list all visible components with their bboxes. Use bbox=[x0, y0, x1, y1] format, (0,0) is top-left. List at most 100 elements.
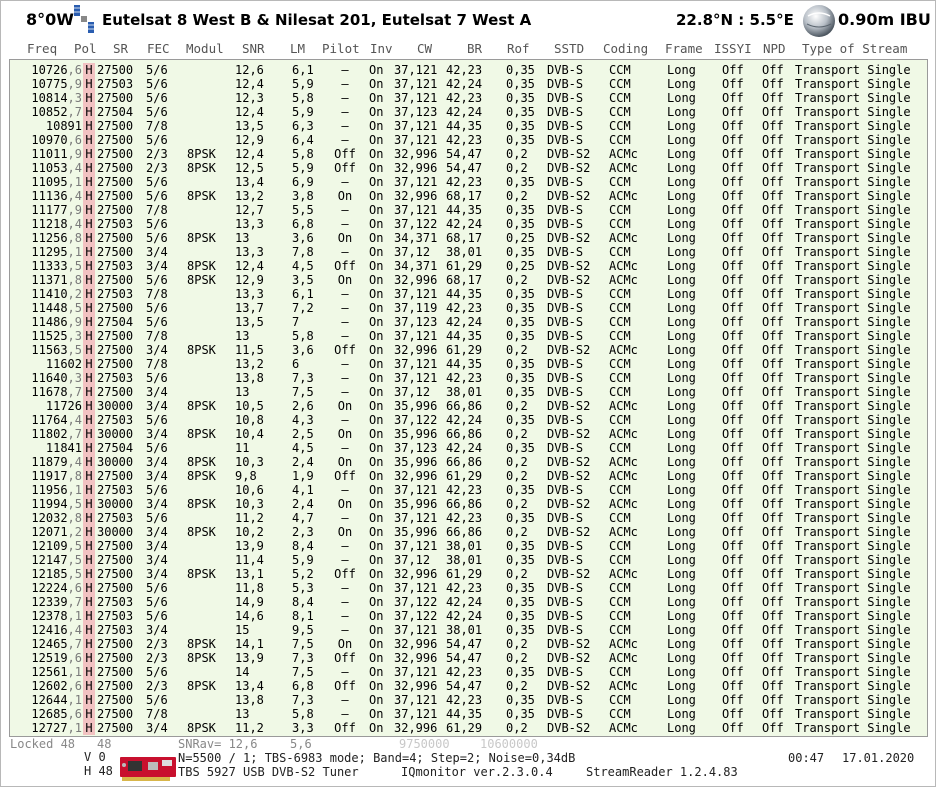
table-row[interactable]: 10775,9 H 27503 5/6 12,4 5,9 – On 37,121 42,24 0,3… bbox=[10, 77, 927, 91]
cell-rof: 0,35 bbox=[506, 511, 535, 525]
cell-freq: 12465,7 bbox=[31, 637, 82, 651]
table-row[interactable]: 11994,5 H 30000 3/4 8PSK 10,3 2,4 On On 35,996 66,… bbox=[10, 497, 927, 511]
table-row[interactable]: 11841 H 27504 5/6 11 4,5 – On 37,123 42,24 0,35 DVB… bbox=[10, 441, 927, 455]
cell-npd: Off bbox=[762, 413, 784, 427]
table-row[interactable]: 12032,8 H 27503 5/6 11,2 4,7 – On 37,121 42,23 0,3… bbox=[10, 511, 927, 525]
cell-type-of-stream: Transport Single bbox=[795, 679, 911, 693]
cell-issyi: Off bbox=[722, 77, 744, 91]
column-header-modul[interactable]: Modul bbox=[186, 41, 224, 56]
table-row[interactable]: 12465,7 H 27500 2/3 8PSK 14,1 7,5 On On 32,996 54,… bbox=[10, 637, 927, 651]
cell-snr: 14 bbox=[235, 665, 250, 679]
column-header-frame[interactable]: Frame bbox=[665, 41, 703, 56]
table-row[interactable]: 11177,9 H 27500 7/8 12,7 5,5 – On 37,121 44,35 0,3… bbox=[10, 203, 927, 217]
cell-br: 42,24 bbox=[446, 441, 483, 455]
table-row[interactable]: 11136,4 H 27500 5/6 8PSK 13,2 3,8 On On 32,996 68,… bbox=[10, 189, 927, 203]
table-row[interactable]: 11678,7 H 27500 3/4 13 7,5 – On 37,12 38,01 0,35 DV… bbox=[10, 385, 927, 399]
table-row[interactable]: 12727,1 H 27500 3/4 8PSK 11,2 3,3 Off On 32,996 61… bbox=[10, 721, 927, 735]
cell-type-of-stream: Transport Single bbox=[795, 511, 911, 525]
cell-pilot: Off bbox=[334, 161, 356, 175]
cell-inv: On bbox=[369, 539, 384, 553]
table-row[interactable]: 12519,6 H 27500 2/3 8PSK 13,9 7,3 Off On 32,996 54… bbox=[10, 651, 927, 665]
table-row[interactable]: 11448,5 H 27500 5/6 13,7 7,2 – On 37,119 42,23 0,3… bbox=[10, 301, 927, 315]
table-row[interactable]: 12147,5 H 27500 3/4 11,4 5,9 – On 37,12 38,01 0,35… bbox=[10, 553, 927, 567]
cell-snr: 12,4 bbox=[235, 105, 264, 119]
table-row[interactable]: 11410,2 H 27503 7/8 13,3 6,1 – On 37,121 44,35 0,3… bbox=[10, 287, 927, 301]
column-header-sstd[interactable]: SSTD bbox=[554, 41, 584, 56]
cell-frame: Long bbox=[667, 497, 696, 511]
cell-issyi: Off bbox=[722, 371, 744, 385]
table-row[interactable]: 11333,5 H 27503 3/4 8PSK 12,4 4,5 Off On 34,371 61… bbox=[10, 259, 927, 273]
table-row[interactable]: 11295,1 H 27500 3/4 13,3 7,8 – On 37,12 38,01 0,35… bbox=[10, 245, 927, 259]
table-row[interactable]: 11053,4 H 27500 2/3 8PSK 12,5 5,9 Off On 32,996 54… bbox=[10, 161, 927, 175]
table-row[interactable]: 10726,6 H 27500 5/6 12,6 6,1 – On 37,121 42,23 0,3… bbox=[10, 63, 927, 77]
cell-br: 38,01 bbox=[446, 385, 483, 399]
cell-freq: 11956,1 bbox=[31, 483, 82, 497]
cell-fec: 7/8 bbox=[146, 357, 168, 371]
table-row[interactable]: 12339,7 H 27503 5/6 14,9 8,4 – On 37,122 42,24 0,3… bbox=[10, 595, 927, 609]
cell-fec: 5/6 bbox=[146, 413, 168, 427]
table-row[interactable]: 12644,1 H 27500 5/6 13,8 7,3 – On 37,121 42,23 0,3… bbox=[10, 693, 927, 707]
table-row[interactable]: 11802,7 H 30000 3/4 8PSK 10,4 2,5 On On 35,996 66,… bbox=[10, 427, 927, 441]
column-header-lm[interactable]: LM bbox=[290, 41, 305, 56]
table-row[interactable]: 11525,3 H 27500 7/8 13 5,8 – On 37,121 44,35 0,35 D… bbox=[10, 329, 927, 343]
column-header-fec[interactable]: FEC bbox=[147, 41, 170, 56]
cell-issyi: Off bbox=[722, 343, 744, 357]
cell-inv: On bbox=[369, 651, 384, 665]
column-header-freq[interactable]: Freq bbox=[27, 41, 57, 56]
table-row[interactable]: 11486,9 H 27504 5/6 13,5 7 – On 37,123 42,24 0,35 D… bbox=[10, 315, 927, 329]
cell-coding: ACMc bbox=[609, 721, 638, 735]
column-header-pol[interactable]: Pol bbox=[74, 41, 97, 56]
transponder-table[interactable]: 10726,6 H 27500 5/6 12,6 6,1– On 37,121 42,23 0,3… bbox=[9, 59, 928, 737]
table-row[interactable]: 12685,6 H 27500 7/8 13 5,8 – On 37,121 44,35 0,35 D… bbox=[10, 707, 927, 721]
column-header-cw[interactable]: CW bbox=[417, 41, 432, 56]
cell-frame: Long bbox=[667, 91, 696, 105]
cell-cw: 37,121 bbox=[394, 63, 438, 77]
cell-sr: 27503 bbox=[97, 371, 134, 385]
table-row[interactable]: 12224,6 H 27500 5/6 11,8 5,3 – On 37,121 42,23 0,3… bbox=[10, 581, 927, 595]
table-row[interactable]: 11371,8 H 27500 5/6 8PSK 12,9 3,5 On On 32,996 68,… bbox=[10, 273, 927, 287]
cell-type-of-stream: Transport Single bbox=[795, 553, 911, 567]
cell-npd: Off bbox=[762, 665, 784, 679]
table-row[interactable]: 12416,4 H 27503 3/4 15 9,5 – On 37,121 38,01 0,35 D… bbox=[10, 623, 927, 637]
cell-snr: 13,9 bbox=[235, 651, 264, 665]
table-row[interactable]: 11256,8 H 27500 5/6 8PSK 13 3,6 On On 34,371 68,17… bbox=[10, 231, 927, 245]
cell-coding: CCM bbox=[609, 623, 631, 637]
table-row[interactable]: 12185,5 H 27500 3/4 8PSK 13,1 5,2 Off On 32,996 61… bbox=[10, 567, 927, 581]
table-row[interactable]: 11218,4 H 27503 5/6 13,3 6,8 – On 37,122 42,24 0,3… bbox=[10, 217, 927, 231]
table-row[interactable]: 12109,5 H 27500 3/4 13,9 8,4 – On 37,121 38,01 0,3… bbox=[10, 539, 927, 553]
column-header-br[interactable]: BR bbox=[467, 41, 482, 56]
table-row[interactable]: 11011,9 H 27500 2/3 8PSK 12,4 5,8 Off On 32,996 54… bbox=[10, 147, 927, 161]
table-row[interactable]: 11764,4 H 27503 5/6 10,8 4,3 – On 37,122 42,24 0,3… bbox=[10, 413, 927, 427]
table-row[interactable]: 12378,1 H 27503 5/6 14,6 8,1 – On 37,122 42,24 0,3… bbox=[10, 609, 927, 623]
column-header-snr[interactable]: SNR bbox=[242, 41, 265, 56]
column-header-inv[interactable]: Inv bbox=[370, 41, 393, 56]
table-row[interactable]: 12071,2 H 30000 3/4 8PSK 10,2 2,3 On On 35,996 66,… bbox=[10, 525, 927, 539]
table-row[interactable]: 12602,6 H 27500 2/3 8PSK 13,4 6,8 Off On 32,996 54… bbox=[10, 679, 927, 693]
table-row[interactable]: 12561,1 H 27500 5/6 14 7,5 – On 37,121 42,23 0,35 D… bbox=[10, 665, 927, 679]
table-row[interactable]: 11095,1 H 27500 5/6 13,4 6,9 – On 37,121 42,23 0,3… bbox=[10, 175, 927, 189]
table-row[interactable]: 11879,4 H 30000 3/4 8PSK 10,3 2,4 On On 35,996 66,… bbox=[10, 455, 927, 469]
table-row[interactable]: 10814,3 H 27500 5/6 12,3 5,8 – On 37,121 42,23 0,3… bbox=[10, 91, 927, 105]
cell-type-of-stream: Transport Single bbox=[795, 77, 911, 91]
cell-snr: 11 bbox=[235, 441, 250, 455]
column-header-sr[interactable]: SR bbox=[113, 41, 128, 56]
table-row[interactable]: 10852,7 H 27504 5/6 12,4 5,9 – On 37,123 42,24 0,3… bbox=[10, 105, 927, 119]
cell-freq: 11333,5 bbox=[31, 259, 82, 273]
table-row[interactable]: 10891 H 27500 7/8 13,5 6,3 – On 37,121 44,35 0,35 D… bbox=[10, 119, 927, 133]
column-header-issyi[interactable]: ISSYI bbox=[714, 41, 752, 56]
table-row[interactable]: 11956,1 H 27503 5/6 10,6 4,1 – On 37,121 42,23 0,3… bbox=[10, 483, 927, 497]
column-header-type-of-stream[interactable]: Type of Stream bbox=[802, 41, 907, 56]
table-row[interactable]: 11602 H 27500 7/8 13,2 6 – On 37,121 44,35 0,35 DVB… bbox=[10, 357, 927, 371]
column-header-pilot[interactable]: Pilot bbox=[322, 41, 360, 56]
column-header-rof[interactable]: Rof bbox=[507, 41, 530, 56]
column-header-npd[interactable]: NPD bbox=[763, 41, 786, 56]
table-row[interactable]: 11640,3 H 27503 5/6 13,8 7,3 – On 37,121 42,23 0,3… bbox=[10, 371, 927, 385]
table-row[interactable]: 11563,5 H 27500 3/4 8PSK 11,5 3,6 Off On 32,996 61… bbox=[10, 343, 927, 357]
column-header-coding[interactable]: Coding bbox=[603, 41, 648, 56]
cell-sstd: DVB-S2 bbox=[547, 721, 591, 735]
table-row[interactable]: 11726 H 30000 3/4 8PSK 10,5 2,6 On On 35,996 66,86… bbox=[10, 399, 927, 413]
table-row[interactable]: 10970,6 H 27500 5/6 12,9 6,4 – On 37,121 42,23 0,3… bbox=[10, 133, 927, 147]
cell-rof: 0,35 bbox=[506, 105, 535, 119]
table-row[interactable]: 11917,8 H 27500 3/4 8PSK 9,8 1,9 Off On 32,996 61,… bbox=[10, 469, 927, 483]
cell-cw: 37,121 bbox=[394, 623, 438, 637]
